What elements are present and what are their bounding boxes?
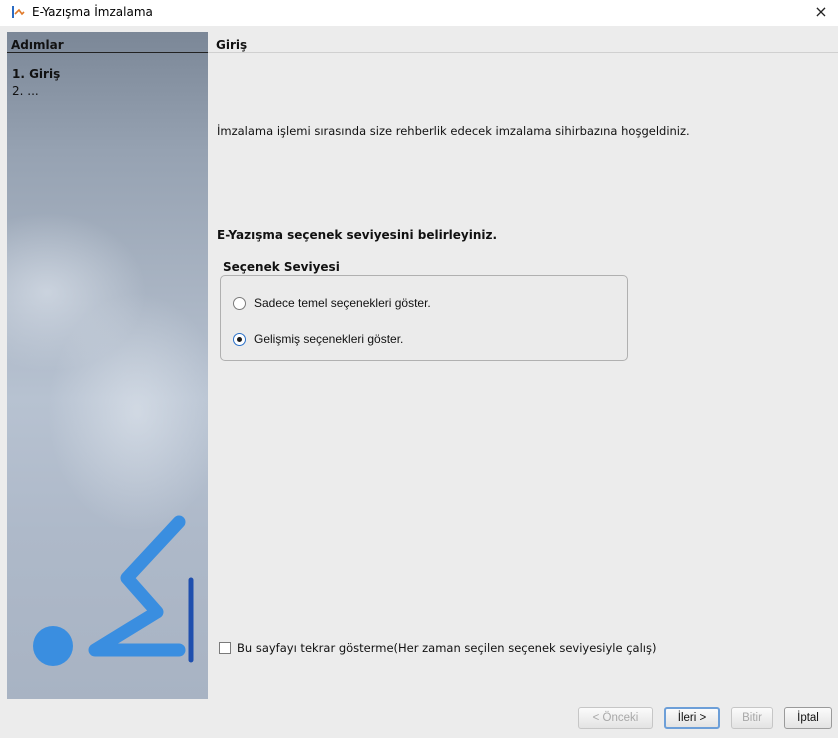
e-signature-logo xyxy=(33,515,194,666)
cancel-button[interactable]: İptal xyxy=(784,707,832,729)
page-title: Giriş xyxy=(216,38,248,52)
prev-button[interactable]: < Önceki xyxy=(578,707,653,729)
steps-panel: Adımlar 1. Giriş 2. ... xyxy=(7,32,208,699)
option-advanced[interactable]: Gelişmiş seçenekleri göster. xyxy=(233,332,403,346)
next-button[interactable]: İleri > xyxy=(664,707,720,729)
dont-show-again[interactable]: Bu sayfayı tekrar gösterme(Her zaman seç… xyxy=(219,641,656,655)
option-advanced-label: Gelişmiş seçenekleri göster. xyxy=(254,332,404,346)
dont-show-checkbox[interactable] xyxy=(219,642,231,654)
radio-basic[interactable] xyxy=(233,296,246,310)
option-group-label: Seçenek Seviyesi xyxy=(223,260,340,274)
step-item-1: 1. Giriş xyxy=(12,67,61,81)
steps-divider xyxy=(7,52,208,53)
app-icon xyxy=(12,6,25,18)
close-icon: × xyxy=(814,2,828,21)
window-title: E-Yazışma İmzalama xyxy=(32,5,153,19)
close-button[interactable]: × xyxy=(808,1,834,23)
option-group: Sadece temel seçenekleri göster. Gelişmi… xyxy=(220,275,628,361)
option-basic-label: Sadece temel seçenekleri göster. xyxy=(254,296,431,310)
header-divider xyxy=(208,52,838,53)
radio-advanced[interactable] xyxy=(233,332,246,346)
title-bar: E-Yazışma İmzalama × xyxy=(0,0,838,26)
dont-show-label: Bu sayfayı tekrar gösterme(Her zaman seç… xyxy=(237,641,657,655)
step-item-2: 2. ... xyxy=(12,84,39,98)
background-swirl xyxy=(47,292,208,532)
welcome-text: İmzalama işlemi sırasında size rehberlik… xyxy=(217,124,690,138)
option-basic[interactable]: Sadece temel seçenekleri göster. xyxy=(233,296,431,310)
level-prompt: E-Yazışma seçenek seviyesini belirleyini… xyxy=(217,228,498,242)
steps-header: Adımlar xyxy=(11,38,64,52)
finish-button[interactable]: Bitir xyxy=(731,707,773,729)
